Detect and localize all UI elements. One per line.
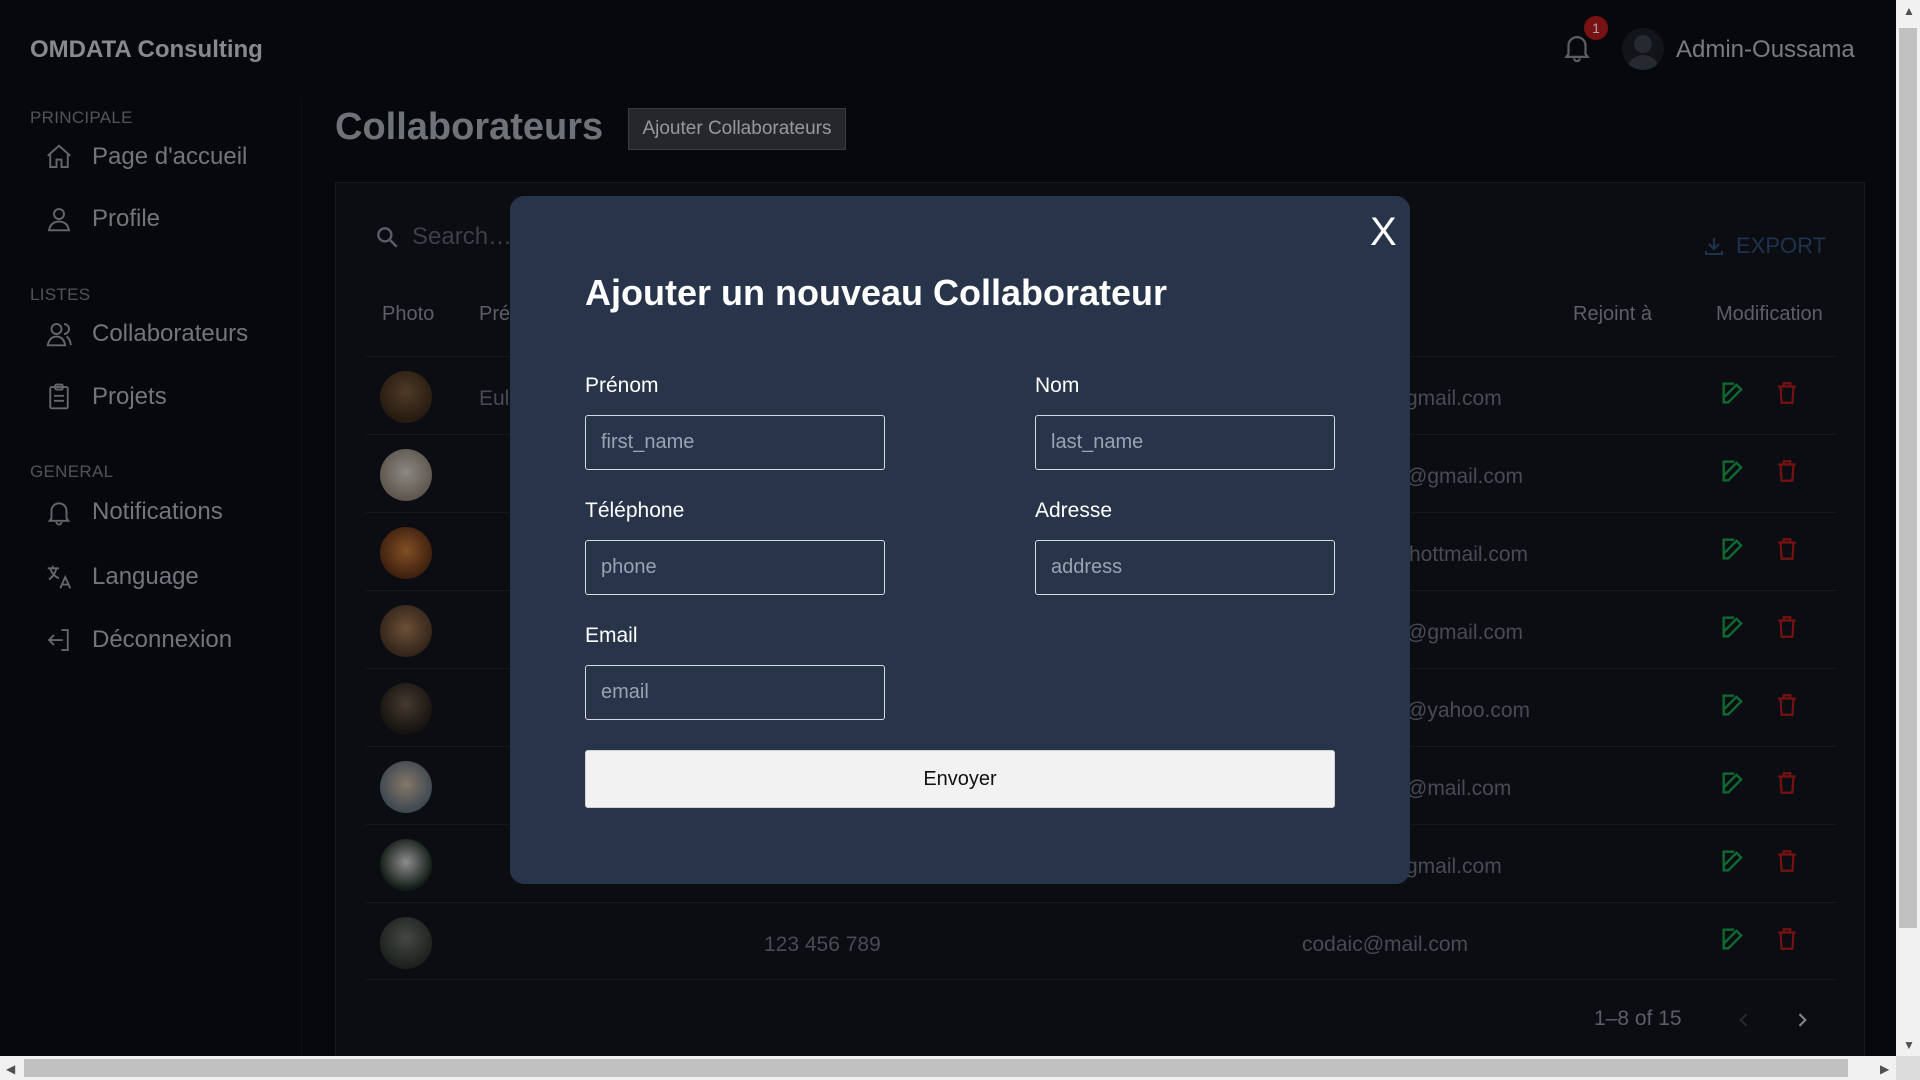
last-name-field[interactable] xyxy=(1035,415,1335,470)
scroll-left-icon[interactable]: ◀ xyxy=(6,1062,15,1076)
address-label: Adresse xyxy=(1035,499,1113,522)
submit-button[interactable]: Envoyer xyxy=(585,750,1335,808)
email-field[interactable] xyxy=(585,665,885,720)
horizontal-scrollbar-thumb[interactable] xyxy=(24,1059,1848,1077)
first-name-label: Prénom xyxy=(585,374,659,397)
scrollbar-corner xyxy=(1896,1056,1920,1080)
last-name-label: Nom xyxy=(1035,374,1080,397)
add-collaborator-modal: X Ajouter un nouveau Collaborateur Préno… xyxy=(510,196,1410,884)
vertical-scrollbar-thumb[interactable] xyxy=(1899,28,1917,928)
phone-field[interactable] xyxy=(585,540,885,595)
first-name-field[interactable] xyxy=(585,415,885,470)
modal-title: Ajouter un nouveau Collaborateur xyxy=(585,272,1168,313)
phone-label: Téléphone xyxy=(585,499,685,522)
address-field[interactable] xyxy=(1035,540,1335,595)
email-label: Email xyxy=(585,624,638,647)
scroll-down-icon[interactable]: ▼ xyxy=(1903,1038,1915,1052)
scroll-right-icon[interactable]: ▶ xyxy=(1880,1062,1889,1076)
scroll-up-icon[interactable]: ▲ xyxy=(1903,4,1915,18)
close-button[interactable]: X xyxy=(1370,210,1397,255)
